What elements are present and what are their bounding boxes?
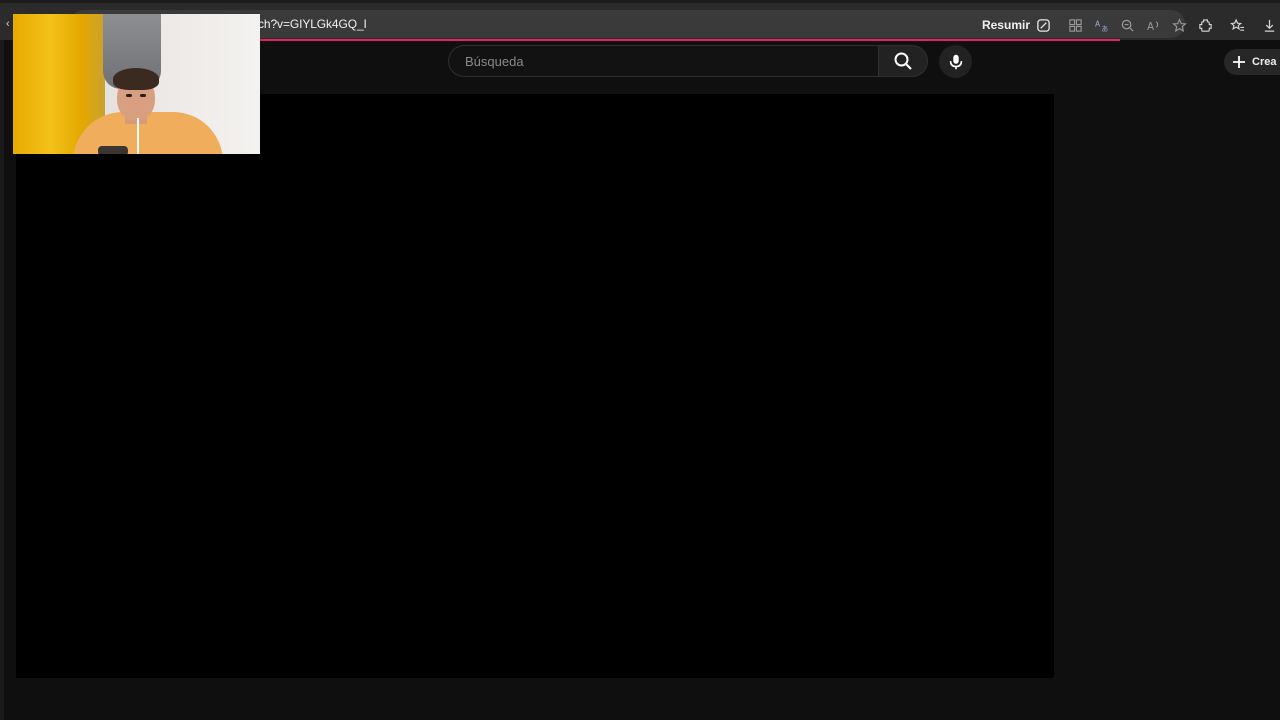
browser-actions [1196, 11, 1278, 39]
favorite-star-icon[interactable] [1170, 16, 1188, 34]
favorites-icon[interactable] [1228, 16, 1246, 34]
window-edge [0, 0, 4, 720]
download-icon[interactable] [1260, 16, 1278, 34]
extensions-icon[interactable] [1196, 16, 1214, 34]
webcam-person-eye-right [140, 94, 146, 97]
svg-text:A: A [1146, 21, 1153, 33]
search-icon [894, 52, 912, 70]
svg-text:A: A [1094, 19, 1100, 28]
video-player[interactable] [16, 94, 1054, 678]
url-text[interactable]: ch?v=GIYLGk4GQ_I [258, 17, 367, 31]
microphone-icon [949, 54, 962, 69]
svg-text:あ: あ [1101, 25, 1108, 33]
read-aloud-icon[interactable]: A [1144, 16, 1162, 34]
zoom-icon[interactable] [1118, 16, 1136, 34]
address-bar-actions: Resumir Aあ A [982, 11, 1188, 39]
plus-icon [1233, 56, 1245, 68]
webcam-person-hair [113, 68, 159, 90]
grid-icon[interactable] [1066, 16, 1084, 34]
summarize-label: Resumir [981, 18, 1030, 32]
search-box[interactable] [448, 45, 878, 77]
webcam-overlay [13, 14, 260, 154]
translate-icon[interactable]: Aあ [1092, 16, 1110, 34]
webcam-foreground-object [98, 146, 128, 154]
search-button[interactable] [878, 45, 928, 77]
create-button[interactable]: Crea [1224, 49, 1280, 75]
back-arrow-icon[interactable]: ‹ [6, 18, 12, 30]
search-input[interactable] [463, 52, 878, 70]
voice-search-button[interactable] [939, 45, 972, 78]
webcam-earphone-cable [137, 118, 139, 154]
webcam-person-eye-left [126, 94, 132, 97]
summarize-icon [1034, 16, 1052, 34]
page-loading-bar [258, 39, 1120, 41]
create-label: Crea [1252, 56, 1277, 68]
summarize-button[interactable]: Resumir [982, 16, 1052, 34]
